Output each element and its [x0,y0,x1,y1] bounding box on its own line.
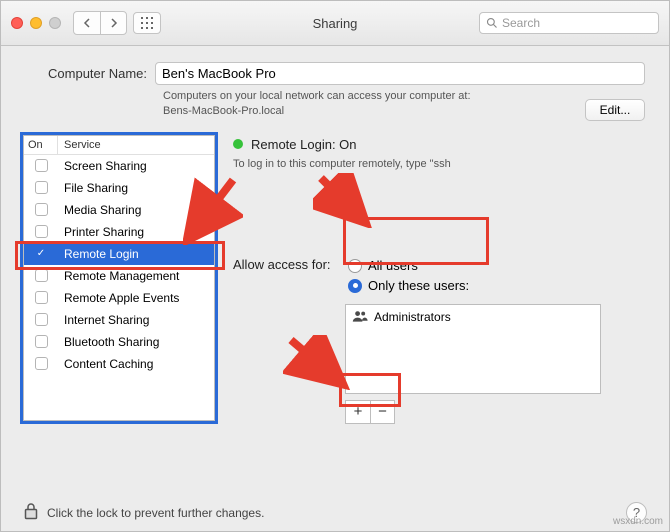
minimize-button[interactable] [30,17,42,29]
ssh-hint: To log in to this computer remotely, typ… [233,158,647,170]
service-checkbox[interactable] [35,269,48,282]
add-remove-segment: + − [345,400,395,424]
status-label: Remote Login: On [251,137,357,152]
annotation-arrow-to-radios [313,173,373,228]
search-placeholder: Search [502,16,540,30]
computer-name-hint: Computers on your local network can acce… [163,89,645,119]
main-area: On Service Screen Sharing File Sharing Med… [1,125,669,494]
edit-hostname-button[interactable]: Edit... [585,99,645,121]
col-header-service: Service [58,136,214,154]
service-label: Remote Login [58,247,214,261]
radio-label: Only these users: [368,278,469,293]
service-label: Printer Sharing [58,225,214,239]
add-user-button[interactable]: + [346,401,370,423]
service-checkbox[interactable] [35,313,48,326]
service-label: Screen Sharing [58,159,214,173]
sharing-preferences-window: Sharing Search Computer Name: Computers … [0,0,670,532]
remove-user-button[interactable]: − [370,401,394,423]
bottom-bar: Click the lock to prevent further change… [1,494,669,531]
window-controls [11,17,61,29]
service-checkbox[interactable] [35,203,48,216]
window-title: Sharing [313,16,358,31]
search-icon [486,17,498,29]
allowed-users-list[interactable]: Administrators [345,304,601,394]
titlebar: Sharing Search [1,1,669,46]
zoom-button[interactable] [49,17,61,29]
radio-all-users[interactable]: All users [348,256,647,276]
close-button[interactable] [11,17,23,29]
annotation-arrow-to-plus [283,335,353,390]
lock-icon [23,502,39,523]
service-detail-panel: Remote Login: On To log in to this compu… [233,135,647,484]
service-row-internet-sharing[interactable]: Internet Sharing [24,309,214,331]
search-input[interactable]: Search [479,12,659,34]
service-row-remote-management[interactable]: Remote Management [24,265,214,287]
computer-name-section: Computer Name: Computers on your local n… [1,46,669,125]
service-row-remote-apple-events[interactable]: Remote Apple Events [24,287,214,309]
service-checkbox[interactable] [35,247,48,260]
service-row-bluetooth-sharing[interactable]: Bluetooth Sharing [24,331,214,353]
service-label: Remote Management [58,269,214,283]
service-label: Media Sharing [58,203,214,217]
nav-back-forward [73,11,127,35]
service-checkbox[interactable] [35,335,48,348]
service-checkbox[interactable] [35,159,48,172]
service-row-content-caching[interactable]: Content Caching [24,353,214,375]
computer-name-input[interactable] [155,62,645,85]
service-checkbox[interactable] [35,291,48,304]
service-label: Internet Sharing [58,313,214,327]
service-label: Content Caching [58,357,214,371]
show-all-button[interactable] [133,12,161,34]
service-row-remote-login[interactable]: Remote Login [24,243,214,265]
group-icon [352,309,368,326]
radio-icon [348,259,362,273]
computer-name-label: Computer Name: [25,66,155,81]
user-row[interactable]: Administrators [346,305,600,330]
radio-label: All users [368,258,418,273]
radio-only-these-users[interactable]: Only these users: [348,276,647,296]
status-indicator-icon [233,139,243,149]
lock-section[interactable]: Click the lock to prevent further change… [23,502,264,523]
service-label: File Sharing [58,181,214,195]
forward-button[interactable] [100,12,126,34]
back-button[interactable] [74,12,100,34]
radio-icon [348,279,362,293]
service-checkbox[interactable] [35,357,48,370]
service-row-screen-sharing[interactable]: Screen Sharing [24,155,214,177]
col-header-on: On [24,136,58,154]
service-row-printer-sharing[interactable]: Printer Sharing [24,221,214,243]
service-label: Remote Apple Events [58,291,214,305]
service-checkbox[interactable] [35,181,48,194]
allow-access-label: Allow access for: [233,256,348,296]
service-row-media-sharing[interactable]: Media Sharing [24,199,214,221]
watermark: wsxdn.com [613,516,663,527]
lock-text: Click the lock to prevent further change… [47,506,264,520]
service-row-file-sharing[interactable]: File Sharing [24,177,214,199]
services-list: On Service Screen Sharing File Sharing Med… [23,135,215,421]
service-label: Bluetooth Sharing [58,335,214,349]
user-label: Administrators [374,310,451,324]
service-checkbox[interactable] [35,225,48,238]
